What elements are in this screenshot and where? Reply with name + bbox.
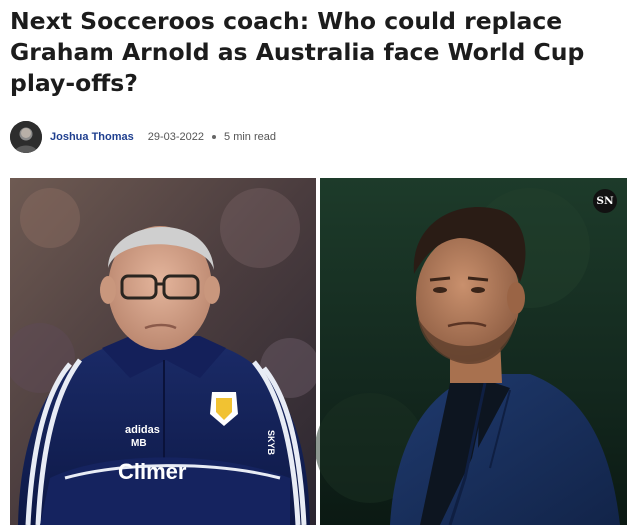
jacket-sleeve-text: SKYB: [266, 430, 276, 456]
publish-date: 29-03-2022: [147, 131, 205, 143]
author-avatar[interactable]: [10, 121, 42, 153]
author-name-link[interactable]: Joshua Thomas: [50, 131, 134, 143]
sporting-news-logo[interactable]: SN: [593, 189, 617, 213]
article-headline: Next Socceroos coach: Who could replace …: [10, 7, 585, 97]
byline-separator-dot: [212, 135, 217, 139]
jacket-sponsor-text: Climer: [118, 459, 187, 484]
article-byline: Joshua Thomas 29-03-2022 5 min read: [10, 120, 276, 154]
jacket-initials-text: MB: [131, 438, 147, 449]
right-photo: [315, 178, 627, 525]
read-time: 5 min read: [224, 131, 277, 143]
hero-image: adidas MB Climer SKYB: [10, 178, 627, 525]
jacket-brand-text: adidas: [125, 424, 160, 436]
left-photo: adidas MB Climer SKYB: [10, 178, 320, 525]
